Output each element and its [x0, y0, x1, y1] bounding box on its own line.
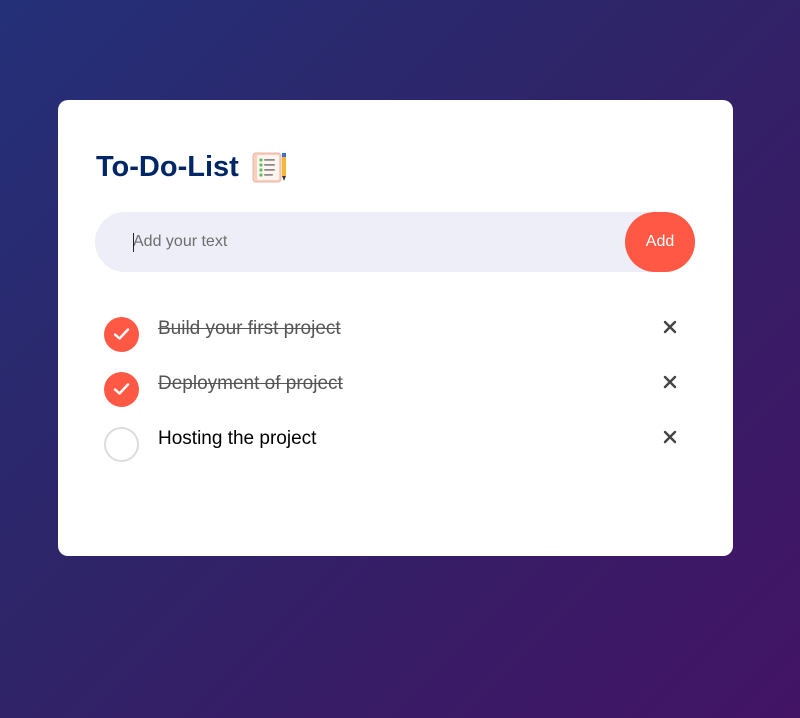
unchecked-circle-icon[interactable] [104, 427, 139, 462]
todo-card: To-Do-List Add your text Add Build your … [58, 100, 733, 556]
add-todo-bar: Add [95, 212, 695, 272]
add-button[interactable]: Add [625, 212, 695, 272]
checked-circle-icon[interactable] [104, 372, 139, 407]
todo-text[interactable]: Build your first project [158, 318, 341, 340]
todo-list: Build your first project Deployment of p… [104, 310, 694, 475]
todo-input[interactable] [133, 212, 613, 272]
checked-circle-icon[interactable] [104, 317, 139, 352]
close-icon[interactable] [659, 426, 681, 448]
notepad-icon [251, 150, 289, 184]
list-item: Deployment of project [104, 365, 694, 420]
close-icon[interactable] [659, 371, 681, 393]
text-cursor [133, 233, 134, 252]
list-item: Hosting the project [104, 420, 694, 475]
close-icon[interactable] [659, 316, 681, 338]
list-item: Build your first project [104, 310, 694, 365]
todo-text[interactable]: Deployment of project [158, 373, 343, 395]
todo-text[interactable]: Hosting the project [158, 428, 316, 450]
header: To-Do-List [96, 150, 289, 184]
app-title: To-Do-List [96, 150, 239, 183]
